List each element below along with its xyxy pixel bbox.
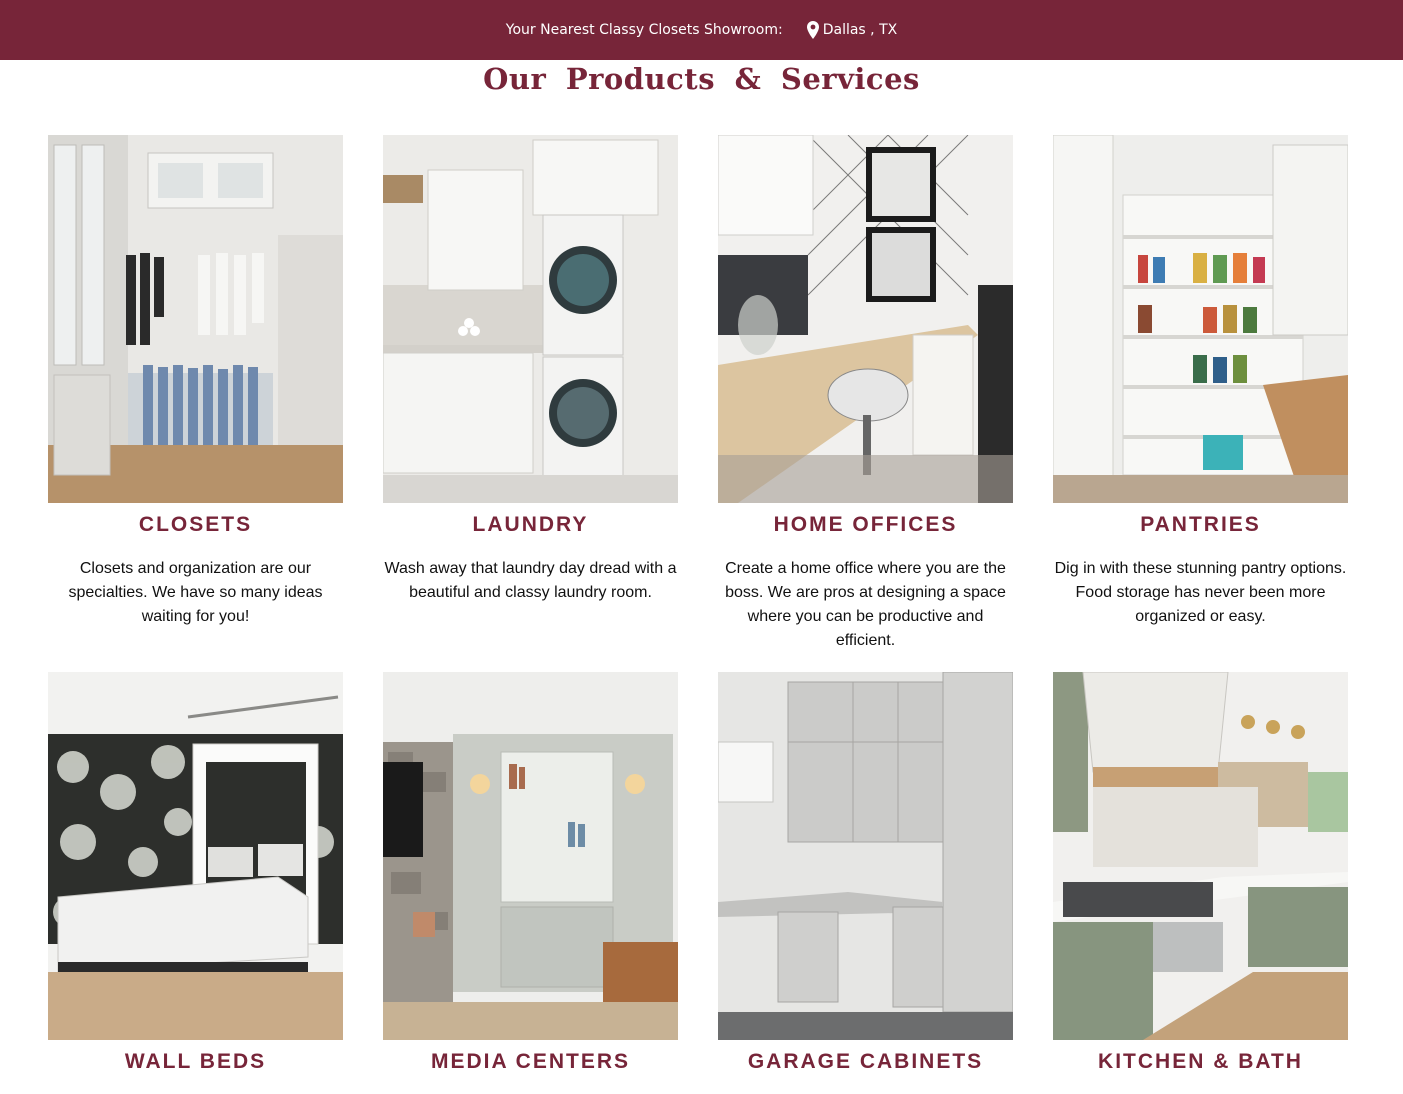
laundry-image[interactable] xyxy=(383,135,678,503)
product-description: Create a home office where you are the b… xyxy=(725,560,1006,649)
product-title[interactable]: CLOSETS xyxy=(48,513,343,537)
product-card-garage-cabinets[interactable]: GARAGE CABINETS xyxy=(718,672,1013,1094)
pantries-image[interactable] xyxy=(1053,135,1348,503)
showroom-bar: Your Nearest Classy Closets Showroom: Da… xyxy=(0,0,1403,60)
section-title: Our Products & Services xyxy=(483,62,920,96)
product-description: Closets and organization are our special… xyxy=(68,560,323,625)
product-description: Dig in with these stunning pantry option… xyxy=(1054,560,1347,625)
product-title[interactable]: HOME OFFICES xyxy=(718,513,1013,537)
product-title[interactable]: PANTRIES xyxy=(1053,513,1348,537)
product-card-kitchen-bath[interactable]: KITCHEN & BATH xyxy=(1053,672,1348,1094)
showroom-location-link[interactable]: Dallas , TX xyxy=(806,21,898,39)
map-pin-icon xyxy=(806,21,819,39)
product-card-home-offices[interactable]: HOME OFFICES Create a home office where … xyxy=(718,135,1013,653)
product-card-media-centers[interactable]: MEDIA CENTERS xyxy=(383,672,678,1094)
home-offices-image[interactable] xyxy=(718,135,1013,503)
product-card-closets[interactable]: CLOSETS Closets and organization are our… xyxy=(48,135,343,629)
showroom-location: Dallas , TX xyxy=(822,22,898,38)
product-card-wall-beds[interactable]: WALL BEDS xyxy=(48,672,343,1094)
garage-cabinets-image[interactable] xyxy=(718,672,1013,1040)
product-title[interactable]: WALL BEDS xyxy=(48,1050,343,1074)
product-card-laundry[interactable]: LAUNDRY Wash away that laundry day dread… xyxy=(383,135,678,605)
showroom-label: Your Nearest Classy Closets Showroom: xyxy=(505,22,783,38)
product-description: Wash away that laundry day dread with a … xyxy=(384,560,677,601)
media-centers-image[interactable] xyxy=(383,672,678,1040)
product-card-pantries[interactable]: PANTRIES Dig in with these stunning pant… xyxy=(1053,135,1348,629)
product-title[interactable]: KITCHEN & BATH xyxy=(1053,1050,1348,1074)
kitchen-bath-image[interactable] xyxy=(1053,672,1348,1040)
product-title[interactable]: GARAGE CABINETS xyxy=(718,1050,1013,1074)
product-title[interactable]: MEDIA CENTERS xyxy=(383,1050,678,1074)
product-title[interactable]: LAUNDRY xyxy=(383,513,678,537)
closets-image[interactable] xyxy=(48,135,343,503)
wall-beds-image[interactable] xyxy=(48,672,343,1040)
